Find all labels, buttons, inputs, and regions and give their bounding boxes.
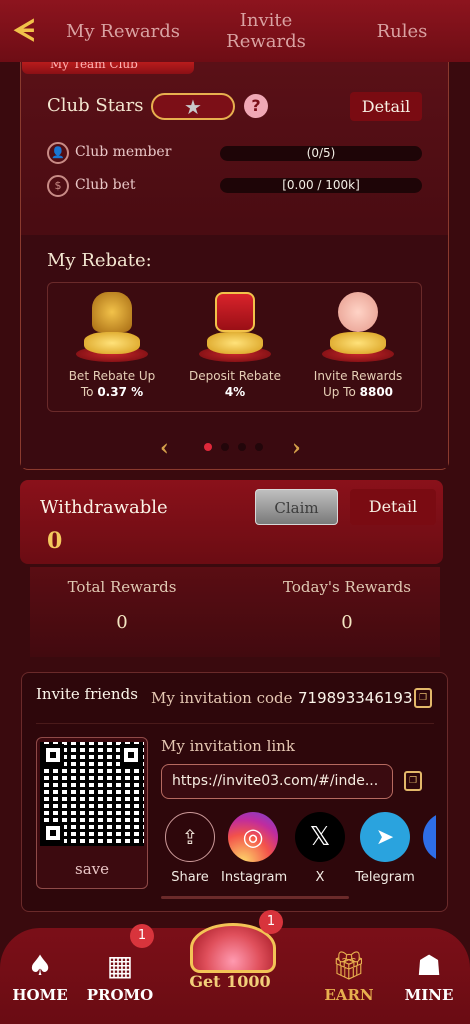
club-stars-label: Club Stars bbox=[47, 95, 144, 116]
club-ribbon: My Team Club bbox=[22, 62, 194, 74]
tab-invite-rewards[interactable]: Invite Rewards bbox=[198, 10, 334, 52]
nav-earn[interactable]: 🎁︎ EARN bbox=[309, 948, 389, 1004]
carousel-next-icon[interactable]: › bbox=[292, 435, 301, 461]
club-member-progress: (0/5) bbox=[220, 146, 422, 161]
facebook-icon: f bbox=[423, 812, 436, 862]
rebate-label: Deposit Rebate 4% bbox=[189, 369, 281, 399]
claim-button[interactable]: Claim bbox=[255, 489, 338, 525]
carousel-dot[interactable] bbox=[204, 443, 212, 451]
carousel-dot[interactable] bbox=[221, 443, 229, 451]
help-icon[interactable]: ? bbox=[244, 94, 268, 118]
piggy-bank-icon bbox=[318, 290, 398, 362]
save-qr-button[interactable]: save bbox=[36, 860, 148, 878]
coupon-icon: ▦ bbox=[106, 949, 134, 982]
rebate-item-invite[interactable]: Invite Rewards Up To 8800 bbox=[298, 290, 418, 400]
rebate-label: Bet Rebate Up To 0.37 % bbox=[68, 369, 156, 399]
carousel-dot[interactable] bbox=[255, 443, 263, 451]
share-item-facebook[interactable]: f Fa bbox=[416, 812, 436, 885]
nav-promo[interactable]: ▦ PROMO bbox=[80, 948, 160, 1004]
qr-code bbox=[40, 742, 144, 846]
invitation-code-label: My invitation code bbox=[151, 689, 293, 707]
carousel-dot[interactable] bbox=[238, 443, 246, 451]
center-badge: 1 bbox=[259, 910, 283, 934]
coin-icon: $ bbox=[47, 175, 69, 197]
invitation-link-label: My invitation link bbox=[161, 737, 295, 755]
rebate-item-bet[interactable]: Bet Rebate Up To 0.37 % bbox=[52, 290, 172, 400]
gift-icon: 🎁︎ bbox=[331, 949, 367, 982]
star-icon: ★ bbox=[184, 94, 202, 119]
member-icon: 👤 bbox=[47, 142, 69, 164]
rebate-item-deposit[interactable]: Deposit Rebate 4% bbox=[175, 290, 295, 400]
back-arrow-icon[interactable]: ᗕ bbox=[0, 0, 48, 62]
money-bag-icon bbox=[72, 290, 152, 362]
carousel-dots bbox=[204, 443, 263, 451]
club-bet-progress: [0.00 / 100k] bbox=[220, 178, 422, 193]
club-member-label: Club member bbox=[75, 144, 172, 160]
divider bbox=[36, 723, 434, 724]
club-detail-button[interactable]: Detail bbox=[350, 92, 422, 121]
withdraw-detail-button[interactable]: Detail bbox=[350, 489, 436, 525]
spade-icon: ♠ bbox=[27, 949, 53, 982]
get-1000-label: Get 1000 bbox=[189, 972, 271, 991]
tab-my-rewards[interactable]: My Rewards bbox=[48, 21, 198, 42]
share-item-telegram[interactable]: ➤ Telegram bbox=[353, 812, 417, 885]
withdrawable-label: Withdrawable bbox=[40, 497, 168, 518]
x-icon: 𝕏 bbox=[295, 812, 345, 862]
share-item-instagram[interactable]: ◎ Instagram bbox=[221, 812, 287, 885]
top-bar: ᗕ My Rewards Invite Rewards Rules bbox=[0, 0, 470, 62]
promo-badge: 1 bbox=[130, 924, 154, 948]
share-row: ⇪ Share ◎ Instagram 𝕏 X ➤ Telegram f Fa bbox=[158, 812, 436, 892]
invitation-link-field[interactable]: https://invite03.com/#/inde... bbox=[161, 764, 393, 799]
share-scrollbar[interactable] bbox=[161, 896, 349, 899]
invitation-code: 719893346193 bbox=[298, 689, 413, 707]
tab-rules[interactable]: Rules bbox=[334, 21, 470, 42]
gift-box-icon bbox=[195, 290, 275, 362]
copy-link-icon[interactable]: ❐ bbox=[404, 771, 422, 791]
share-item-x[interactable]: 𝕏 X bbox=[288, 812, 352, 885]
club-bet-label: Club bet bbox=[75, 177, 136, 193]
club-stars-pill: ★ bbox=[151, 93, 235, 120]
total-rewards: Total Rewards 0 bbox=[67, 578, 177, 633]
invite-friends-title: Invite friends bbox=[36, 685, 138, 703]
share-item-share[interactable]: ⇪ Share bbox=[158, 812, 222, 885]
rebate-title: My Rebate: bbox=[47, 250, 152, 271]
telegram-icon: ➤ bbox=[360, 812, 410, 862]
profile-icon: ☗ bbox=[416, 949, 442, 982]
withdrawable-value: 0 bbox=[47, 528, 63, 554]
carousel-prev-icon[interactable]: ‹ bbox=[160, 435, 169, 461]
copy-code-icon[interactable]: ❐ bbox=[414, 688, 432, 708]
share-icon: ⇪ bbox=[165, 812, 215, 862]
nav-mine[interactable]: ☗ MINE bbox=[389, 948, 469, 1004]
instagram-icon: ◎ bbox=[228, 812, 278, 862]
rebate-label: Invite Rewards Up To 8800 bbox=[313, 369, 403, 399]
nav-home[interactable]: ♠ HOME bbox=[0, 948, 80, 1004]
todays-rewards: Today's Rewards 0 bbox=[283, 578, 411, 633]
